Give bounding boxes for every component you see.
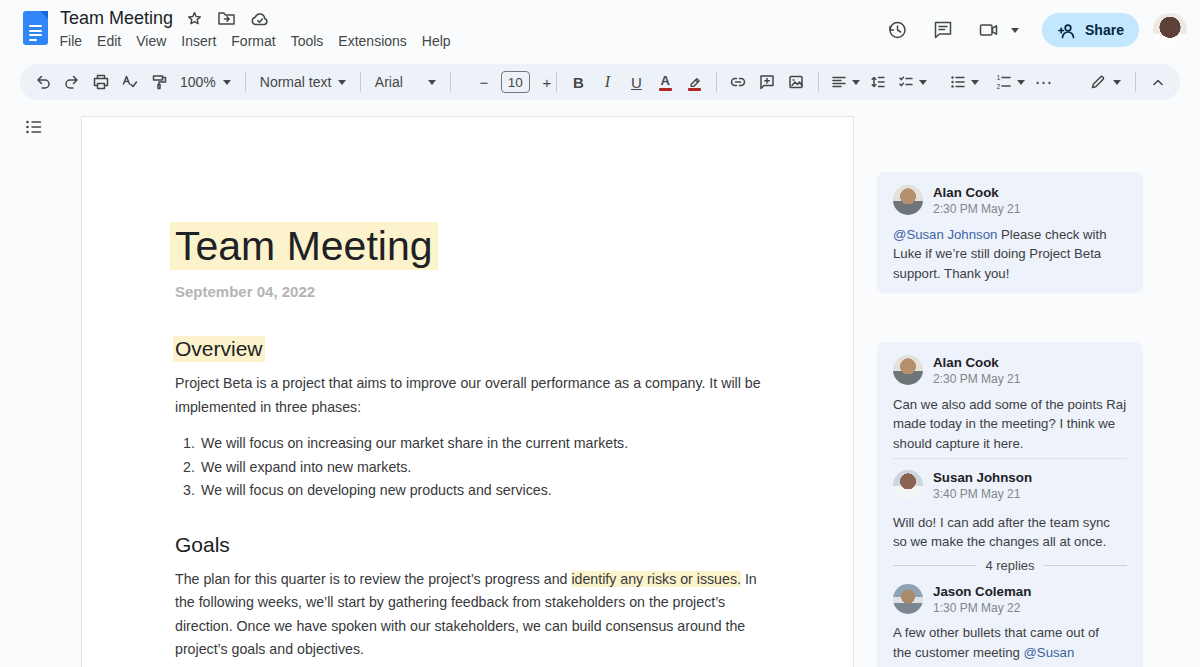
align-control[interactable]	[826, 73, 864, 91]
collapse-toolbar-button[interactable]	[1143, 68, 1172, 96]
menu-format[interactable]: Format	[224, 30, 283, 52]
document-page[interactable]: Team Meeting September 04, 2022 Overview…	[81, 116, 854, 667]
comment-text: Can we also add some of the points Raj m…	[893, 395, 1127, 453]
spelling-check-button[interactable]	[115, 68, 144, 96]
menu-bar: File Edit View Insert Format Tools Exten…	[52, 30, 458, 52]
menu-extensions[interactable]: Extensions	[331, 30, 414, 52]
comments-icon[interactable]	[932, 19, 954, 41]
menu-help[interactable]: Help	[414, 30, 458, 52]
user-avatar[interactable]	[1153, 13, 1187, 47]
comment-text: Will do! I can add after the team sync s…	[893, 513, 1127, 552]
menu-insert[interactable]: Insert	[174, 30, 224, 52]
replies-count: 4 replies	[985, 558, 1034, 573]
commenter-avatar-susan	[893, 470, 923, 500]
docs-logo[interactable]	[23, 11, 48, 45]
commenter-name: Jason Coleman	[933, 584, 1031, 600]
commenter-name: Alan Cook	[933, 355, 1020, 371]
undo-button[interactable]	[28, 68, 57, 96]
insert-image-button[interactable]	[782, 68, 811, 96]
commenter-name: Susan Johnson	[933, 470, 1032, 486]
redo-button[interactable]	[57, 68, 86, 96]
zoom-control[interactable]: 100%	[173, 74, 238, 90]
person-add-icon	[1057, 22, 1076, 39]
svg-text:1: 1	[996, 74, 1000, 81]
comment-time: 3:40 PM May 21	[933, 488, 1032, 501]
version-history-icon[interactable]	[886, 19, 908, 41]
font-value: Arial	[375, 74, 403, 90]
overview-paragraph: Project Beta is a project that aims to i…	[175, 372, 853, 419]
insert-link-button[interactable]	[724, 68, 753, 96]
comment-card-1[interactable]: Alan Cook 2:30 PM May 21 @Susan Johnson …	[877, 172, 1143, 293]
share-label: Share	[1085, 22, 1124, 38]
zoom-value: 100%	[180, 74, 216, 90]
docs-logo-fold	[40, 11, 48, 19]
svg-text:2: 2	[996, 83, 1000, 90]
comment-divider	[893, 458, 1127, 459]
list-item: 2.We will expand into new markets.	[175, 456, 853, 480]
line-spacing-button[interactable]	[864, 68, 893, 96]
numbered-list-control[interactable]: 12	[991, 73, 1029, 91]
goals-paragraph: The plan for this quarter is to review t…	[175, 568, 853, 662]
video-call-icon[interactable]	[978, 19, 1000, 41]
menu-edit[interactable]: Edit	[90, 30, 129, 52]
zoom-caret	[223, 80, 231, 85]
commenter-name: Alan Cook	[933, 185, 1020, 201]
styles-value: Normal text	[260, 74, 332, 90]
doc-title-text: Team Meeting	[170, 222, 438, 270]
font-size-input[interactable]: 10	[501, 71, 530, 93]
editing-mode-control[interactable]	[1082, 73, 1128, 91]
bulleted-list-control[interactable]	[945, 73, 983, 91]
add-comment-button[interactable]	[753, 68, 782, 96]
mention-link[interactable]: @Susan	[1023, 645, 1074, 660]
checklist-control[interactable]	[893, 73, 931, 91]
menu-file[interactable]: File	[52, 30, 90, 52]
bold-button[interactable]: B	[564, 68, 593, 96]
comment-text: @Susan Johnson Please check with Luke if…	[893, 225, 1127, 283]
comment-card-2[interactable]: Alan Cook 2:30 PM May 21 Can we also add…	[877, 342, 1143, 667]
video-call-caret[interactable]	[1011, 28, 1019, 33]
document-title[interactable]: Team Meeting	[60, 8, 173, 29]
share-button[interactable]: Share	[1042, 13, 1139, 47]
cloud-status-icon[interactable]	[250, 11, 270, 27]
doc-date: September 04, 2022	[175, 283, 853, 300]
star-icon[interactable]	[186, 10, 203, 27]
decrease-font-size-button[interactable]: −	[472, 68, 496, 96]
mention-link[interactable]: @Susan Johnson	[893, 227, 997, 242]
toolbar: 100% Normal text Arial − 10 + B I U A 12…	[20, 64, 1180, 100]
list-item: 1.We will focus on increasing our market…	[175, 432, 853, 456]
paint-format-button[interactable]	[144, 68, 173, 96]
styles-control[interactable]: Normal text	[253, 74, 353, 90]
commenter-avatar-alan	[893, 355, 923, 385]
overview-heading: Overview	[173, 336, 265, 362]
font-caret	[428, 80, 436, 85]
phases-list: 1.We will focus on increasing our market…	[175, 432, 853, 503]
commenter-avatar-jason	[893, 584, 923, 614]
comment-time: 2:30 PM May 21	[933, 373, 1020, 386]
document-outline-icon[interactable]	[24, 117, 44, 137]
italic-button[interactable]: I	[593, 68, 622, 96]
goals-heading: Goals	[175, 533, 230, 556]
text-color-button[interactable]: A	[651, 68, 680, 96]
underline-button[interactable]: U	[622, 68, 651, 96]
list-item: 3.We will focus on developing new produc…	[175, 479, 853, 503]
docs-logo-lines	[29, 25, 42, 43]
comment-text: A few other bullets that came out of the…	[893, 623, 1127, 667]
styles-caret	[338, 80, 346, 85]
menu-tools[interactable]: Tools	[283, 30, 331, 52]
comment-anchor-highlight: identify any risks or issues.	[571, 571, 741, 587]
commenter-avatar-alan	[893, 185, 923, 215]
highlight-color-button[interactable]	[680, 68, 709, 96]
comment-time: 2:30 PM May 21	[933, 203, 1020, 216]
more-tools-button[interactable]: ⋯	[1029, 68, 1058, 96]
move-folder-icon[interactable]	[217, 10, 236, 27]
print-button[interactable]	[86, 68, 115, 96]
menu-view[interactable]: View	[129, 30, 174, 52]
comment-time: 1:30 PM May 22	[933, 602, 1031, 615]
replies-toggle[interactable]: 4 replies	[893, 556, 1127, 574]
font-control[interactable]: Arial	[368, 74, 443, 90]
